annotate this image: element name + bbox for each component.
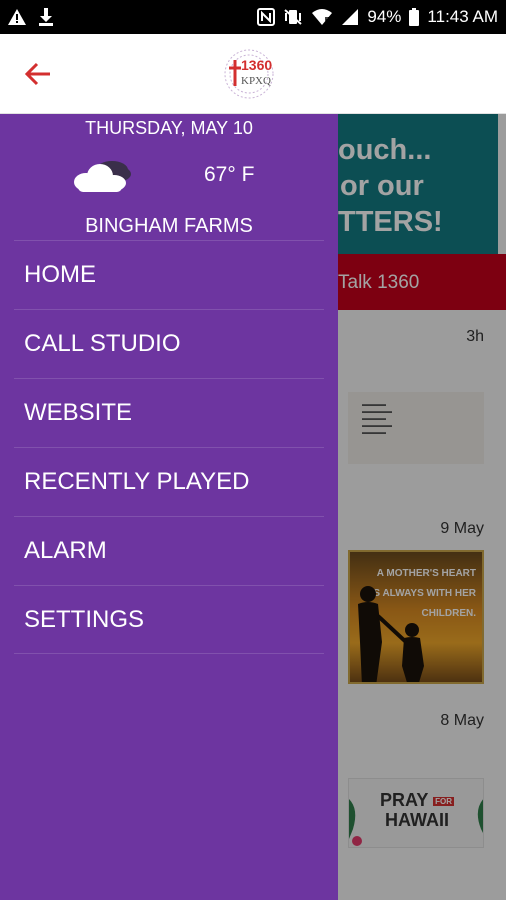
svg-text:1360: 1360 xyxy=(241,57,272,73)
menu-item-label: HOME xyxy=(24,261,96,288)
back-button[interactable] xyxy=(20,58,56,90)
status-bar: 94% 11:43 AM xyxy=(0,0,506,34)
signal-icon xyxy=(341,8,359,26)
download-icon xyxy=(38,8,54,26)
navigation-drawer: THURSDAY, MAY 10 67° F BINGHAM FARMS HOM… xyxy=(0,114,338,900)
cloud-icon xyxy=(72,154,134,194)
nfc-icon xyxy=(257,8,276,26)
station-logo: 1360 KPXQ xyxy=(219,46,289,102)
drawer-menu: HOME CALL STUDIO WEBSITE RECENTLY PLAYED… xyxy=(14,240,324,654)
menu-item-settings[interactable]: SETTINGS xyxy=(14,585,324,654)
svg-text:KPXQ: KPXQ xyxy=(241,75,271,87)
warning-icon xyxy=(8,9,26,25)
drawer-date: THURSDAY, MAY 10 xyxy=(85,118,253,138)
clock: 11:43 AM xyxy=(427,7,498,26)
menu-item-label: RECENTLY PLAYED xyxy=(24,468,250,495)
menu-item-home[interactable]: HOME xyxy=(14,240,324,309)
app-bar: 1360 KPXQ xyxy=(0,34,506,114)
menu-item-alarm[interactable]: ALARM xyxy=(14,516,324,585)
arrow-left-icon xyxy=(24,62,50,86)
menu-item-label: ALARM xyxy=(24,537,107,564)
menu-item-website[interactable]: WEBSITE xyxy=(14,378,324,447)
temperature: 67° F xyxy=(204,163,255,186)
vibrate-icon xyxy=(283,8,303,26)
battery-icon xyxy=(409,8,420,26)
menu-item-label: SETTINGS xyxy=(24,605,145,633)
menu-item-label: CALL STUDIO xyxy=(24,330,181,357)
wifi-icon xyxy=(311,8,333,26)
menu-item-recently-played[interactable]: RECENTLY PLAYED xyxy=(14,447,324,516)
battery-percent: 94% xyxy=(367,7,402,26)
menu-item-label: WEBSITE xyxy=(24,399,133,426)
location: BINGHAM FARMS xyxy=(85,215,253,237)
menu-item-call-studio[interactable]: CALL STUDIO xyxy=(14,309,324,378)
